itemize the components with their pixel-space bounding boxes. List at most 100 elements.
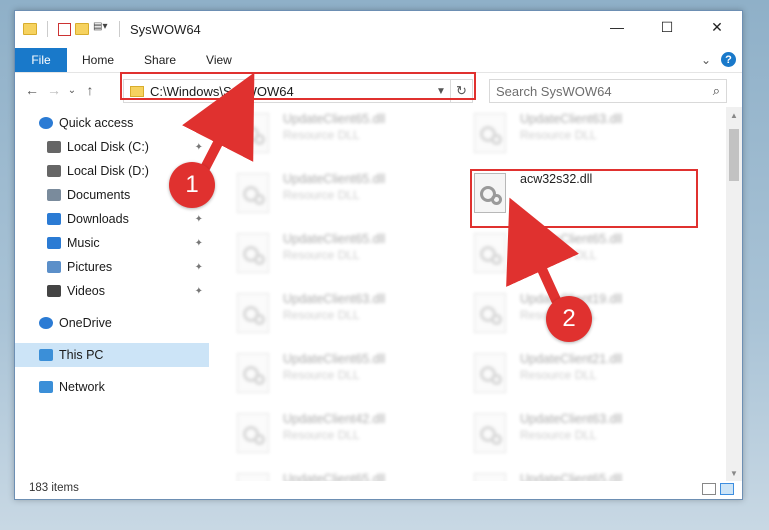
file-name: UpdateClient63.dll — [520, 112, 623, 126]
pin-icon: ✦ — [194, 213, 203, 225]
music-icon — [47, 237, 61, 249]
file-type: Resource DLL — [283, 128, 360, 142]
file-text: UpdateClient65.dll Resource DLL — [283, 349, 385, 405]
pin-icon: ✦ — [194, 237, 203, 249]
separator — [119, 21, 120, 37]
drive-icon — [47, 165, 61, 177]
window-title: SysWOW64 — [130, 21, 201, 37]
title-bar: ▤▾ SysWOW64 — ☐ ✕ — [15, 11, 742, 47]
sidebar-item-downloads[interactable]: Downloads ✦ — [15, 207, 209, 231]
sidebar-item-this-pc[interactable]: This PC — [15, 343, 209, 367]
file-name: UpdateClient65.dll — [283, 112, 386, 126]
pin-icon: ✦ — [194, 261, 203, 273]
file-type: Resource DLL — [520, 248, 597, 262]
scroll-up-icon[interactable]: ▲ — [726, 107, 742, 123]
quick-access-toolbar: ▤▾ SysWOW64 — [15, 21, 201, 37]
search-box[interactable]: Search SysWOW64 ⌕ — [489, 79, 727, 103]
vertical-scrollbar[interactable]: ▲ ▼ — [726, 107, 742, 481]
new-folder-icon[interactable] — [75, 23, 89, 35]
ribbon-tabs: File Home Share View ⌄ ? — [15, 47, 742, 73]
file-text: UpdateClient63.dll Resource DLL — [520, 409, 622, 465]
help-icon[interactable]: ? — [721, 52, 736, 67]
expand-ribbon-icon[interactable]: ⌄ — [701, 53, 711, 67]
dll-file-icon — [474, 353, 506, 393]
file-name: UpdateClient21.dll — [520, 352, 623, 366]
sidebar-item-label: Network — [59, 380, 105, 394]
dll-file-icon — [474, 113, 506, 153]
file-text: UpdateClient21.dll Resource DLL — [520, 349, 622, 405]
cloud-icon — [39, 317, 53, 329]
file-type: Resource DLL — [283, 188, 360, 202]
sidebar-item-videos[interactable]: Videos ✦ — [15, 279, 209, 303]
file-item[interactable]: UpdateClient65.dll Resource DLL — [237, 169, 467, 225]
sidebar-item-network[interactable]: Network — [15, 375, 209, 399]
dll-file-icon — [237, 233, 269, 273]
status-bar: 183 items — [15, 477, 742, 499]
file-item[interactable]: UpdateClient42.dll Resource DLL — [237, 409, 467, 465]
up-button[interactable]: ↑ — [79, 82, 101, 98]
sidebar-item-label: OneDrive — [59, 316, 112, 330]
minimize-button[interactable]: — — [592, 11, 642, 43]
dll-file-icon — [237, 353, 269, 393]
network-icon — [39, 381, 53, 393]
step-2-badge: 2 — [546, 296, 592, 342]
tab-view[interactable]: View — [191, 53, 247, 67]
file-text: UpdateClient63.dll Resource DLL — [520, 109, 622, 165]
file-highlight — [470, 169, 698, 228]
sidebar-item-music[interactable]: Music ✦ — [15, 231, 209, 255]
scrollbar-thumb[interactable] — [729, 129, 739, 181]
maximize-button[interactable]: ☐ — [642, 11, 692, 43]
file-name: UpdateClient42.dll — [283, 412, 386, 426]
file-item[interactable]: UpdateClient63.dll Resource DLL — [474, 109, 704, 165]
download-icon — [47, 213, 61, 225]
file-item[interactable]: UpdateClient21.dll Resource DLL — [474, 349, 704, 405]
view-switcher — [702, 483, 734, 495]
step-1-badge: 1 — [169, 162, 215, 208]
sidebar-item-quick-access[interactable]: Quick access — [15, 111, 209, 135]
pin-icon: ✦ — [194, 141, 203, 153]
tab-share[interactable]: Share — [129, 53, 191, 67]
file-type: Resource DLL — [520, 368, 597, 382]
file-type: Resource DLL — [283, 428, 360, 442]
file-name: UpdateClient63.dll — [283, 292, 386, 306]
tab-home[interactable]: Home — [67, 53, 129, 67]
dll-file-icon — [474, 293, 506, 333]
forward-button[interactable]: → — [43, 82, 65, 98]
sidebar-item-local-disk-c[interactable]: Local Disk (C:) ✦ — [15, 135, 209, 159]
item-count: 183 items — [29, 482, 79, 494]
file-type: Resource DLL — [520, 128, 597, 142]
large-icons-view-icon[interactable] — [720, 483, 734, 495]
sidebar-item-onedrive[interactable]: OneDrive — [15, 311, 209, 335]
close-button[interactable]: ✕ — [692, 11, 742, 43]
file-item[interactable]: UpdateClient65.dll Resource DLL — [237, 349, 467, 405]
sidebar-item-label: Local Disk (D:) — [67, 164, 149, 178]
file-type: Resource DLL — [283, 308, 360, 322]
file-text: UpdateClient63.dll Resource DLL — [283, 289, 385, 345]
file-item[interactable]: UpdateClient65.dll Resource DLL — [237, 229, 467, 285]
sidebar-item-label: Local Disk (C:) — [67, 140, 149, 154]
sidebar-item-pictures[interactable]: Pictures ✦ — [15, 255, 209, 279]
computer-icon — [39, 349, 53, 361]
file-text: UpdateClient65.dll Resource DLL — [520, 229, 622, 285]
sidebar-item-label: Music — [67, 236, 100, 250]
sidebar-item-label: Downloads — [67, 212, 129, 226]
file-name: UpdateClient65.dll — [520, 232, 623, 246]
tab-file[interactable]: File — [15, 47, 67, 72]
sidebar-item-label: Quick access — [59, 116, 134, 130]
back-button[interactable]: ← — [21, 82, 43, 98]
file-name: UpdateClient65.dll — [283, 172, 386, 186]
file-item[interactable]: UpdateClient65.dll Resource DLL — [237, 109, 467, 165]
customize-toolbar-icon[interactable]: ▤▾ — [93, 21, 109, 37]
properties-icon[interactable] — [58, 22, 71, 36]
sidebar-item-label: Pictures — [67, 260, 113, 274]
details-view-icon[interactable] — [702, 483, 716, 495]
file-item[interactable]: UpdateClient63.dll Resource DLL — [474, 409, 704, 465]
file-text: UpdateClient42.dll Resource DLL — [283, 409, 385, 465]
search-input[interactable]: Search SysWOW64 — [496, 84, 612, 99]
recent-locations-button[interactable]: ⌄ — [65, 85, 79, 96]
star-icon — [39, 117, 53, 129]
window-controls: — ☐ ✕ — [592, 11, 742, 43]
file-item[interactable]: UpdateClient63.dll Resource DLL — [237, 289, 467, 345]
dll-file-icon — [237, 293, 269, 333]
file-item[interactable]: UpdateClient65.dll Resource DLL — [474, 229, 704, 285]
